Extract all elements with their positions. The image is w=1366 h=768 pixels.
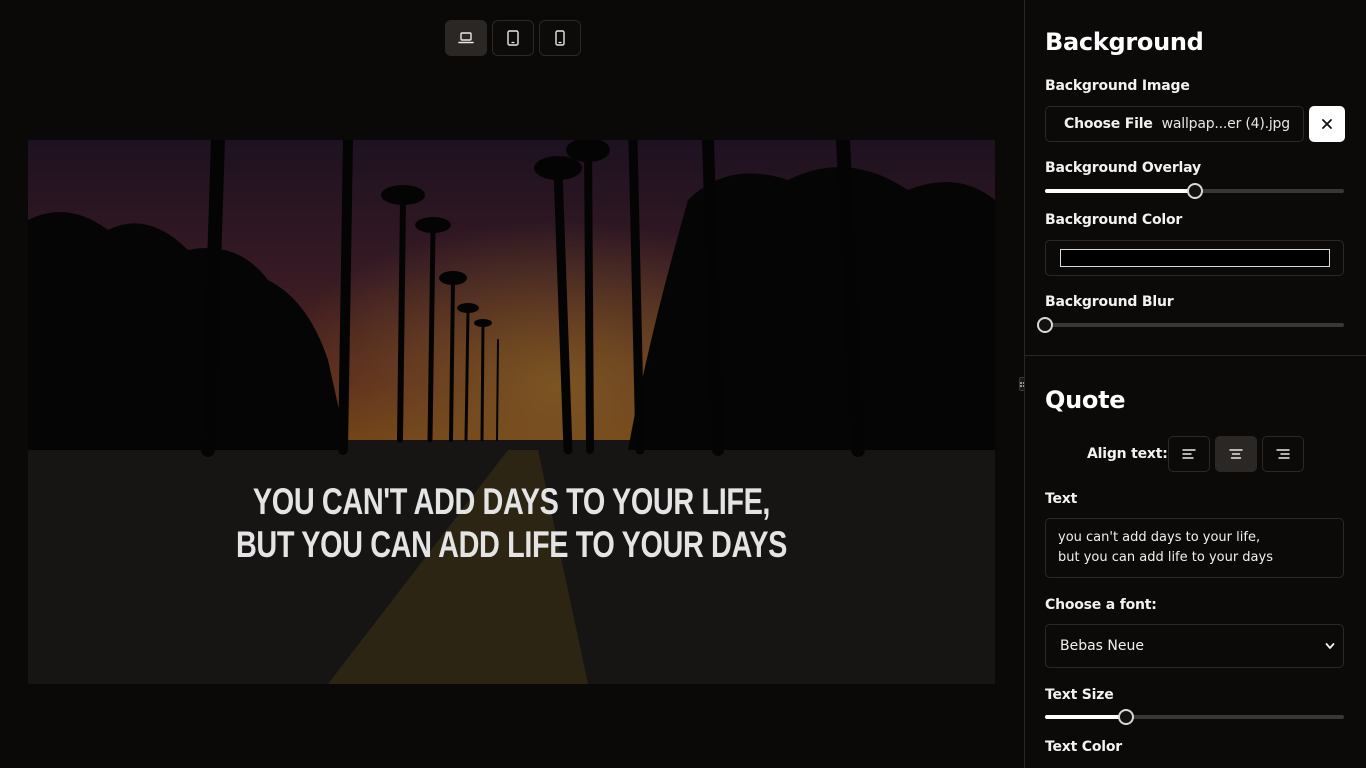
align-left-button[interactable] (1168, 436, 1210, 472)
slider-thumb[interactable] (1037, 317, 1053, 333)
chevron-down-icon (1325, 643, 1335, 649)
background-overlay (28, 140, 995, 684)
slider-thumb[interactable] (1117, 709, 1134, 725)
laptop-view-button[interactable] (445, 20, 487, 56)
background-image-file-input[interactable]: Choose File wallpap...er (4).jpg (1045, 106, 1304, 142)
text-size-slider[interactable] (1045, 709, 1344, 725)
align-text-label: Align text: (1087, 446, 1168, 462)
slider-fill (1045, 715, 1126, 719)
text-size-label: Text Size (1045, 687, 1114, 703)
phone-icon (555, 30, 565, 46)
background-blur-label: Background Blur (1045, 294, 1174, 310)
align-right-icon (1276, 449, 1290, 459)
slider-thumb[interactable] (1186, 183, 1203, 199)
quote-section-title: Quote (1045, 386, 1126, 414)
background-blur-slider[interactable] (1037, 317, 1344, 333)
background-color-label: Background Color (1045, 212, 1183, 228)
slider-fill (1045, 189, 1195, 193)
text-align-group (1168, 436, 1304, 472)
background-section: Background Background Image Choose File … (1025, 0, 1366, 356)
tablet-view-button[interactable] (492, 20, 534, 56)
tablet-icon (507, 30, 519, 46)
laptop-icon (458, 32, 474, 44)
background-overlay-slider[interactable] (1045, 183, 1344, 199)
preview-area: You can't add days to your life, but you… (0, 0, 1024, 768)
close-icon (1322, 119, 1332, 129)
font-select-value: Bebas Neue (1060, 638, 1144, 654)
align-right-button[interactable] (1262, 436, 1304, 472)
quote-text: You can't add days to your life, but you… (235, 481, 788, 565)
background-color-picker[interactable] (1045, 240, 1344, 276)
quote-section: Quote Align text: Text you can't add day… (1025, 356, 1366, 768)
quote-text-label: Text (1045, 491, 1078, 507)
align-center-icon (1229, 449, 1243, 459)
file-name: wallpap...er (4).jpg (1161, 116, 1290, 132)
font-select[interactable]: Bebas Neue (1045, 624, 1344, 668)
device-toolbar (445, 20, 581, 56)
phone-view-button[interactable] (539, 20, 581, 56)
font-select-label: Choose a font: (1045, 597, 1157, 613)
choose-file-button[interactable]: Choose File (1064, 116, 1153, 132)
background-section-title: Background (1045, 28, 1204, 56)
remove-image-button[interactable] (1309, 106, 1345, 142)
align-center-button[interactable] (1215, 436, 1257, 472)
slider-track (1045, 323, 1344, 327)
background-overlay-label: Background Overlay (1045, 160, 1201, 176)
background-image-label: Background Image (1045, 78, 1190, 94)
color-swatch (1060, 249, 1330, 267)
text-color-label: Text Color (1045, 739, 1122, 755)
settings-panel: Background Background Image Choose File … (1024, 0, 1366, 768)
quote-text-input[interactable]: you can't add days to your life, but you… (1045, 518, 1344, 578)
align-left-icon (1182, 449, 1196, 459)
quote-canvas: You can't add days to your life, but you… (28, 140, 995, 684)
